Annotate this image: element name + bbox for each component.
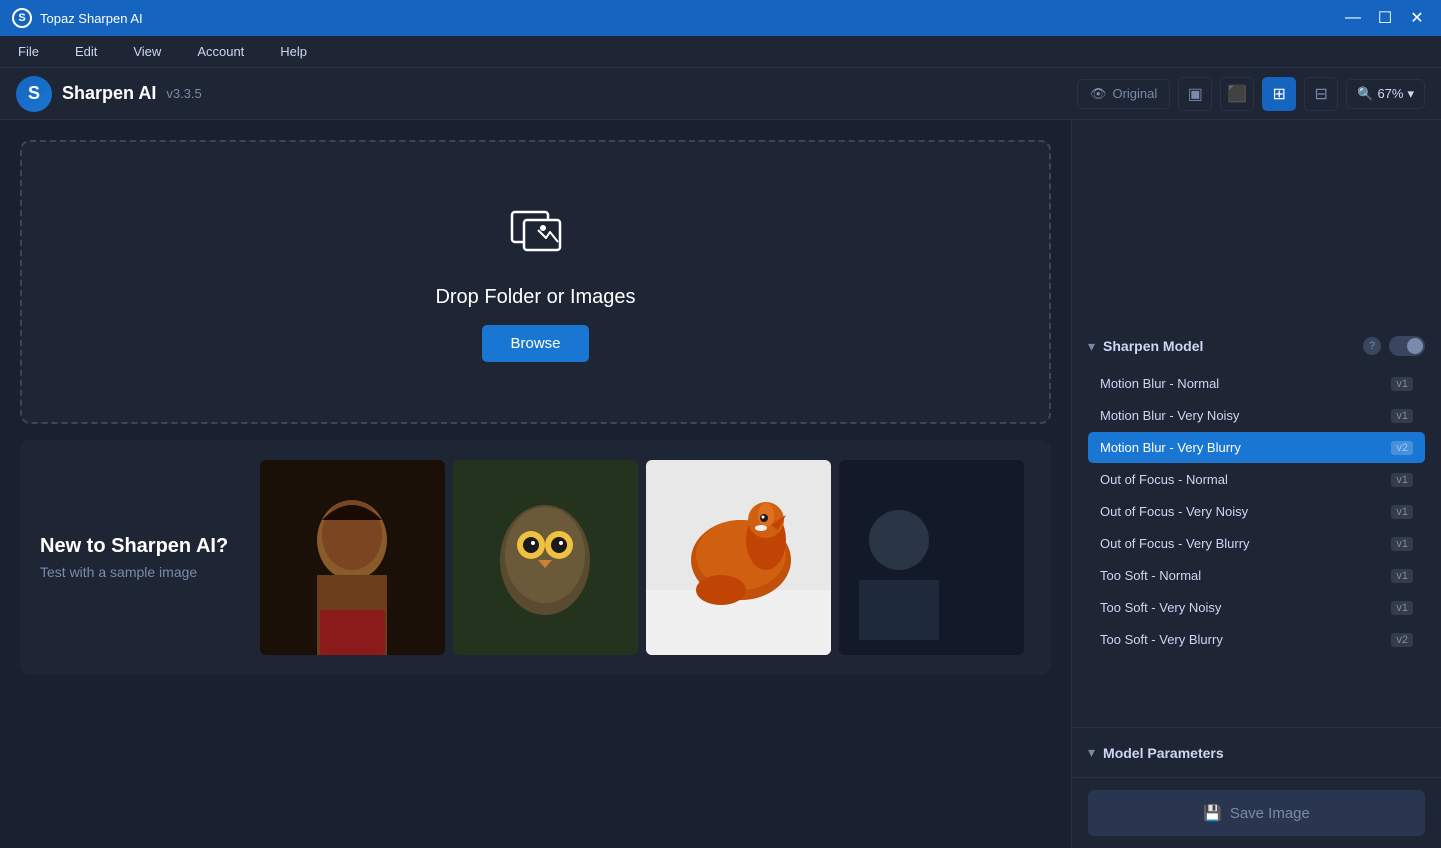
- sample-heading: New to Sharpen AI?: [40, 535, 240, 558]
- model-name-mb-normal: Motion Blur - Normal: [1100, 376, 1391, 391]
- model-name-oof-blurry: Out of Focus - Very Blurry: [1100, 536, 1391, 551]
- menu-help[interactable]: Help: [274, 40, 313, 63]
- grid-view-icon: ⊞: [1273, 84, 1286, 104]
- view-4-button[interactable]: ⊟: [1304, 77, 1338, 111]
- model-parameters-header[interactable]: ▾ Model Parameters: [1088, 744, 1425, 761]
- model-item-ts-noisy[interactable]: Too Soft - Very Noisyv1: [1088, 592, 1425, 623]
- params-chevron-icon: ▾: [1088, 744, 1095, 761]
- info-icon[interactable]: ?: [1363, 337, 1381, 355]
- menu-view[interactable]: View: [127, 40, 167, 63]
- model-version-ts-noisy: v1: [1391, 601, 1413, 615]
- save-btn-area: 💾 Save Image: [1072, 777, 1441, 848]
- model-parameters-section: ▾ Model Parameters: [1072, 727, 1441, 777]
- menu-edit[interactable]: Edit: [69, 40, 103, 63]
- model-item-mb-normal[interactable]: Motion Blur - Normalv1: [1088, 368, 1425, 399]
- model-version-mb-blurry: v2: [1391, 441, 1413, 455]
- zoom-icon: 🔍: [1357, 86, 1373, 102]
- view-single-button[interactable]: ▣: [1178, 77, 1212, 111]
- menu-file[interactable]: File: [12, 40, 45, 63]
- main-area: Drop Folder or Images Browse New to Shar…: [0, 120, 1441, 848]
- model-item-oof-noisy[interactable]: Out of Focus - Very Noisyv1: [1088, 496, 1425, 527]
- sidebar-spacer: [1088, 136, 1425, 336]
- sidebar-scroll: ▾ Sharpen Model ? Motion Blur - Normalv1…: [1072, 120, 1441, 727]
- model-version-oof-blurry: v1: [1391, 537, 1413, 551]
- drop-zone[interactable]: Drop Folder or Images Browse: [20, 140, 1051, 424]
- save-icon: 💾: [1203, 804, 1222, 822]
- app-icon: S: [12, 8, 32, 28]
- app-header-right: 👁 Original ▣ ⬛ ⊞ ⊟ 🔍 67% ▾: [1077, 77, 1425, 111]
- menu-account[interactable]: Account: [191, 40, 250, 63]
- app-logo: S: [16, 76, 52, 112]
- view-split-button[interactable]: ⬛: [1220, 77, 1254, 111]
- model-item-ts-normal[interactable]: Too Soft - Normalv1: [1088, 560, 1425, 591]
- sample-image-1[interactable]: [260, 460, 445, 655]
- model-item-oof-normal[interactable]: Out of Focus - Normalv1: [1088, 464, 1425, 495]
- minimize-button[interactable]: —: [1341, 6, 1365, 30]
- sample-section: New to Sharpen AI? Test with a sample im…: [20, 440, 1051, 675]
- app-title: Sharpen AI: [62, 83, 156, 104]
- sharpen-model-title: Sharpen Model: [1103, 338, 1355, 354]
- sample-image-2[interactable]: [453, 460, 638, 655]
- single-view-icon: ▣: [1188, 84, 1203, 104]
- app-version: v3.3.5: [166, 86, 201, 101]
- sample-image-4[interactable]: [839, 460, 1024, 655]
- save-label: Save Image: [1230, 805, 1310, 822]
- view-grid-button[interactable]: ⊞: [1262, 77, 1296, 111]
- model-name-ts-noisy: Too Soft - Very Noisy: [1100, 600, 1391, 615]
- content-area: Drop Folder or Images Browse New to Shar…: [0, 120, 1071, 848]
- zoom-control[interactable]: 🔍 67% ▾: [1346, 79, 1425, 109]
- sample-subtext: Test with a sample image: [40, 564, 240, 580]
- model-version-ts-blurry: v2: [1391, 633, 1413, 647]
- model-name-ts-blurry: Too Soft - Very Blurry: [1100, 632, 1391, 647]
- toggle-thumb: [1407, 338, 1423, 354]
- model-item-ts-blurry[interactable]: Too Soft - Very Blurryv2: [1088, 624, 1425, 655]
- menu-bar: File Edit View Account Help: [0, 36, 1441, 68]
- zoom-value: 67%: [1377, 86, 1403, 101]
- sharpen-model-chevron-icon[interactable]: ▾: [1088, 338, 1095, 355]
- sharpen-model-section-header: ▾ Sharpen Model ?: [1088, 336, 1425, 356]
- quad-view-icon: ⊟: [1315, 84, 1328, 104]
- model-list: Motion Blur - Normalv1Motion Blur - Very…: [1088, 368, 1425, 655]
- zoom-chevron-icon: ▾: [1407, 86, 1414, 102]
- sidebar: ▾ Sharpen Model ? Motion Blur - Normalv1…: [1071, 120, 1441, 848]
- model-name-mb-noisy: Motion Blur - Very Noisy: [1100, 408, 1391, 423]
- model-version-oof-normal: v1: [1391, 473, 1413, 487]
- sharpen-model-toggle[interactable]: [1389, 336, 1425, 356]
- model-version-oof-noisy: v1: [1391, 505, 1413, 519]
- eye-icon: 👁: [1090, 86, 1107, 102]
- model-name-ts-normal: Too Soft - Normal: [1100, 568, 1391, 583]
- model-name-oof-normal: Out of Focus - Normal: [1100, 472, 1391, 487]
- model-item-oof-blurry[interactable]: Out of Focus - Very Blurryv1: [1088, 528, 1425, 559]
- model-version-mb-noisy: v1: [1391, 409, 1413, 423]
- drop-icon: [508, 202, 564, 270]
- sample-text-area: New to Sharpen AI? Test with a sample im…: [40, 535, 240, 580]
- browse-button[interactable]: Browse: [482, 325, 588, 362]
- title-bar: S Topaz Sharpen AI — ☐ ✕: [0, 0, 1441, 36]
- model-name-oof-noisy: Out of Focus - Very Noisy: [1100, 504, 1391, 519]
- title-bar-text: Topaz Sharpen AI: [40, 11, 143, 26]
- maximize-button[interactable]: ☐: [1373, 6, 1397, 30]
- app-header: S Sharpen AI v3.3.5 👁 Original ▣ ⬛ ⊞ ⊟ 🔍…: [0, 68, 1441, 120]
- save-image-button[interactable]: 💾 Save Image: [1088, 790, 1425, 836]
- model-item-mb-blurry[interactable]: Motion Blur - Very Blurryv2: [1088, 432, 1425, 463]
- title-bar-controls: — ☐ ✕: [1341, 6, 1429, 30]
- sample-image-3[interactable]: [646, 460, 831, 655]
- drop-text: Drop Folder or Images: [435, 286, 635, 309]
- original-button[interactable]: 👁 Original: [1077, 79, 1170, 109]
- original-label: Original: [1112, 86, 1157, 101]
- title-bar-left: S Topaz Sharpen AI: [12, 8, 143, 28]
- app-header-left: S Sharpen AI v3.3.5: [16, 76, 202, 112]
- model-item-mb-noisy[interactable]: Motion Blur - Very Noisyv1: [1088, 400, 1425, 431]
- split-view-icon: ⬛: [1227, 84, 1247, 104]
- model-name-mb-blurry: Motion Blur - Very Blurry: [1100, 440, 1391, 455]
- sample-images: [260, 460, 1024, 655]
- model-parameters-title: Model Parameters: [1103, 745, 1224, 761]
- close-button[interactable]: ✕: [1405, 6, 1429, 30]
- model-version-ts-normal: v1: [1391, 569, 1413, 583]
- model-version-mb-normal: v1: [1391, 377, 1413, 391]
